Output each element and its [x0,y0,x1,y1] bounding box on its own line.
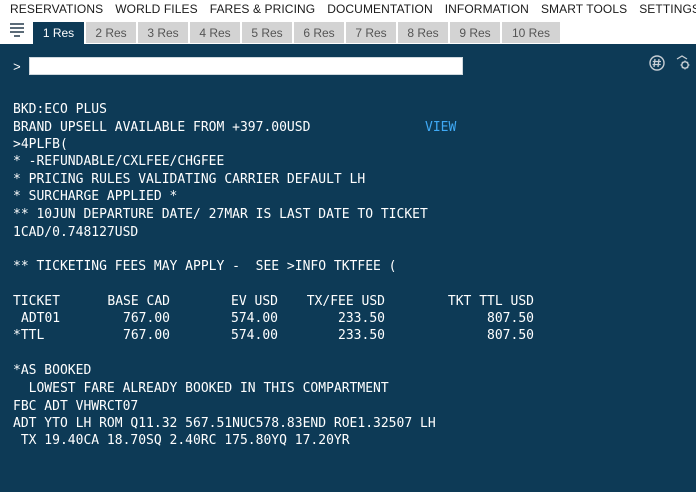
command-prompt: > [13,60,21,75]
lowest-fare-line: LOWEST FARE ALREADY BOOKED IN THIS COMPA… [13,381,389,396]
table-header-ev: EV USD [231,294,278,309]
row-txfee: 233.50 [338,328,385,343]
refundable-note: * -REFUNDABLE/CXLFEE/CHGFEE [13,154,225,169]
tab-6-res[interactable]: 6 Res [294,22,344,43]
fare-calc-line: ADT YTO LH ROM Q11.32 567.51NUC578.83END… [13,416,436,431]
pricing-rules-note: * PRICING RULES VALIDATING CARRIER DEFAU… [13,172,366,187]
exchange-rate-line: 1CAD/0.748127USD [13,225,139,240]
hash-circle-icon[interactable] [648,54,666,72]
menu-settings[interactable]: SETTINGS [633,2,696,16]
tab-3-res[interactable]: 3 Res [138,22,188,43]
tab-2-res[interactable]: 2 Res [86,22,136,43]
surcharge-note: * SURCHARGE APPLIED * [13,189,178,204]
tab-10-res[interactable]: 10 Res [502,22,560,43]
tab-8-res[interactable]: 8 Res [398,22,448,43]
table-header-ticket: TICKET [13,294,60,309]
row-base: 767.00 [123,311,170,326]
command-input[interactable] [29,57,463,75]
tax-line: TX 19.40CA 18.70SQ 2.40RC 175.80YQ 17.20… [13,433,350,448]
menu-world-files[interactable]: WORLD FILES [109,2,203,16]
row-ev: 574.00 [231,328,278,343]
tab-7-res[interactable]: 7 Res [346,22,396,43]
top-menu-bar: RESERVATIONS WORLD FILES FARES & PRICING… [0,0,696,18]
tab-5-res[interactable]: 5 Res [242,22,292,43]
table-header-ttl: TKT TTL USD [447,294,534,309]
tab-9-res[interactable]: 9 Res [450,22,500,43]
row-ticket: ADT01 [21,311,61,326]
as-booked-line: *AS BOOKED [13,363,92,378]
row-ev: 574.00 [231,311,278,326]
ticket-date-note: ** 10JUN DEPARTURE DATE/ 27MAR IS LAST D… [13,207,428,222]
total-price-link[interactable]: 807.50 [430,327,534,344]
menu-reservations[interactable]: RESERVATIONS [0,2,109,16]
menu-fares-pricing[interactable]: FARES & PRICING [204,2,322,16]
fare-basis-line: FBC ADT VHWRCT07 [13,399,139,414]
table-header-base: BASE CAD [107,294,170,309]
row-base: 767.00 [123,328,170,343]
booking-class-line: BKD:ECO PLUS [13,102,107,117]
table-header-txfee: TX/FEE USD [306,294,385,309]
brand-upsell-line: BRAND UPSELL AVAILABLE FROM +397.00USD [13,120,311,135]
session-tab-bar: 1 Res 2 Res 3 Res 4 Res 5 Res 6 Res 7 Re… [0,18,696,44]
menu-smart-tools[interactable]: SMART TOOLS [535,2,633,16]
gear-arrow-icon[interactable] [675,54,693,72]
tab-4-res[interactable]: 4 Res [190,22,240,43]
view-link[interactable]: VIEW [425,119,456,136]
entry-line: >4PLFB( [13,137,68,152]
tab-1-res[interactable]: 1 Res [33,22,84,44]
row-txfee: 233.50 [338,311,385,326]
list-icon[interactable] [8,21,26,39]
row-ttl: 807.50 [487,311,534,326]
menu-information[interactable]: INFORMATION [439,2,535,16]
terminal-window: > BKD:ECO PLUS BRAND UPSELL AVAILABLE FR… [0,44,696,492]
row-ticket: *TTL [13,328,45,343]
ticketing-fees-line: ** TICKETING FEES MAY APPLY - SEE >INFO … [13,259,397,274]
menu-documentation[interactable]: DOCUMENTATION [321,2,439,16]
